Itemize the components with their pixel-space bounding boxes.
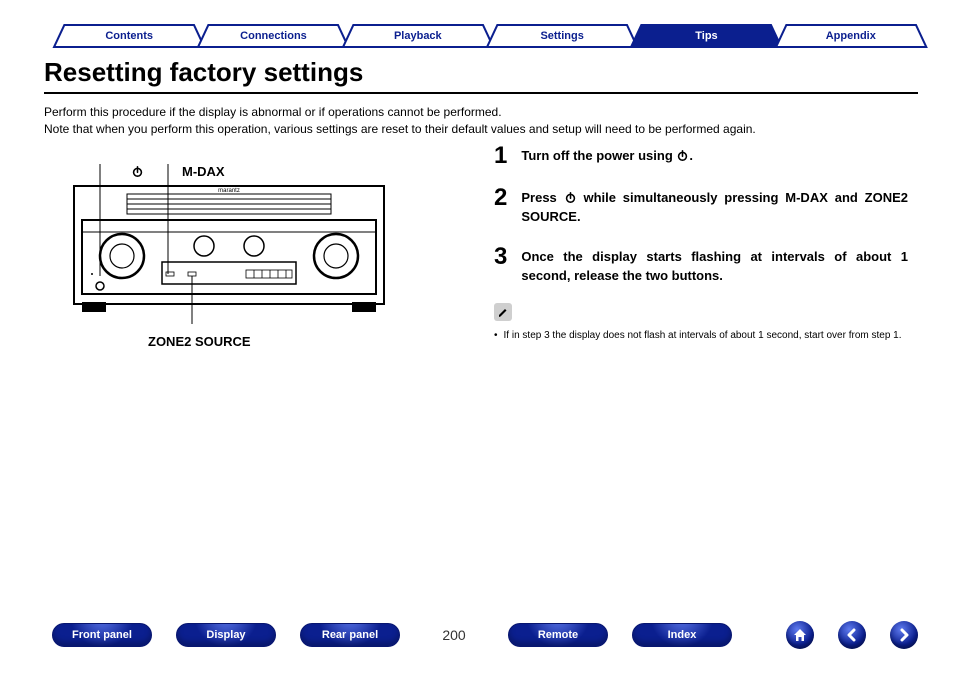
step-text: Press while simultaneously pressing M-DA… — [521, 186, 908, 227]
power-icon — [676, 149, 689, 164]
tab-settings[interactable]: Settings — [485, 24, 639, 48]
note-text: • If in step 3 the display does not flas… — [494, 329, 908, 344]
diagram-label-zone2-source: ZONE2 SOURCE — [148, 334, 464, 349]
footer-rear-panel[interactable]: Rear panel — [300, 623, 400, 647]
intro-text: Perform this procedure if the display is… — [44, 104, 918, 139]
intro-line-1: Perform this procedure if the display is… — [44, 104, 918, 121]
step-text: Turn off the power using . — [521, 144, 693, 166]
step-text: Once the display starts flashing at inte… — [521, 245, 908, 286]
footer-remote[interactable]: Remote — [508, 623, 608, 647]
top-tabs: Contents Connections Playback Settings T… — [52, 24, 918, 50]
tab-connections[interactable]: Connections — [196, 24, 350, 48]
prev-arrow-icon[interactable] — [838, 621, 866, 649]
note-pencil-icon — [494, 303, 512, 321]
device-diagram-column: M-DAX marantz — [44, 140, 464, 349]
footer-display[interactable]: Display — [176, 623, 276, 647]
tab-tips[interactable]: Tips — [629, 24, 783, 48]
tab-playback[interactable]: Playback — [341, 24, 495, 48]
step-1: 1 Turn off the power using . — [494, 144, 908, 168]
intro-line-2: Note that when you perform this operatio… — [44, 121, 918, 138]
diagram-label-mdax: M-DAX — [182, 164, 225, 179]
footer-front-panel[interactable]: Front panel — [52, 623, 152, 647]
step-number: 3 — [494, 245, 507, 269]
page-title: Resetting factory settings — [44, 57, 918, 90]
footer-index[interactable]: Index — [632, 623, 732, 647]
step-number: 2 — [494, 186, 507, 210]
next-arrow-icon[interactable] — [890, 621, 918, 649]
tab-contents[interactable]: Contents — [52, 24, 206, 48]
power-icon — [564, 191, 577, 206]
footer-nav: Front panel Display Rear panel 200 Remot… — [0, 621, 954, 649]
device-diagram: marantz — [44, 164, 414, 324]
diagram-label-power-icon — [131, 164, 144, 180]
step-number: 1 — [494, 144, 507, 168]
step-2: 2 Press while simultaneously pressing M-D… — [494, 186, 908, 227]
page-number: 200 — [424, 627, 484, 643]
steps-column: 1 Turn off the power using . 2 Press while … — [494, 140, 918, 349]
step-3: 3 Once the display starts flashing at int… — [494, 245, 908, 286]
tab-appendix[interactable]: Appendix — [774, 24, 928, 48]
brand-text: marantz — [218, 188, 240, 194]
title-rule — [44, 92, 918, 94]
home-icon[interactable] — [786, 621, 814, 649]
